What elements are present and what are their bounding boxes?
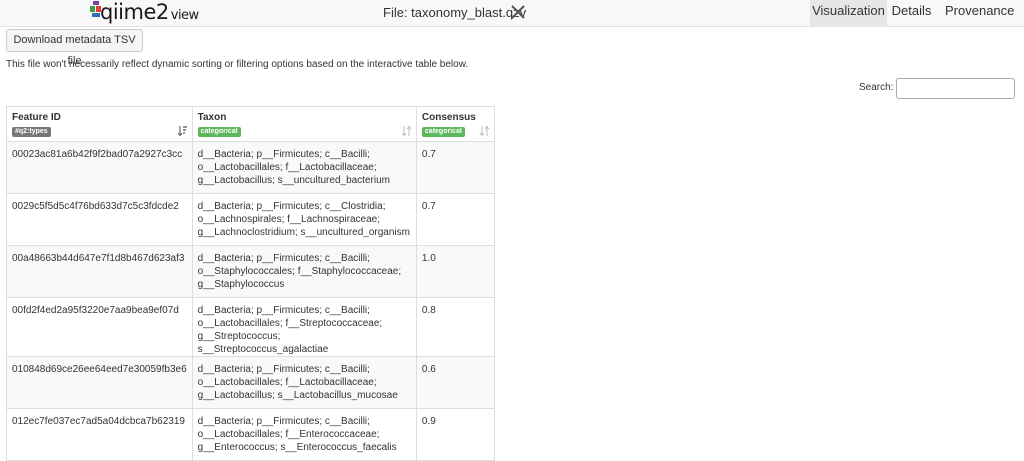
taxon-cell: d__Bacteria; p__Firmicutes; c__Bacilli;o…: [191, 141, 417, 194]
taxon-cell: d__Bacteria; p__Firmicutes; c__Bacilli;o…: [191, 408, 417, 461]
logo-text: qiime2 view: [100, 0, 199, 24]
taxon-cell: d__Bacteria; p__Firmicutes; c__Bacilli;o…: [191, 297, 417, 357]
type-badge: categorical: [421, 127, 465, 137]
column-title: Taxon: [197, 112, 227, 123]
feature-id-cell: 010848d69ce26ee64eed7e30059fb3e6: [6, 356, 193, 409]
consensus-cell: 0.8: [415, 297, 496, 357]
consensus-cell: 0.7: [415, 193, 496, 246]
metadata-table: Feature ID #q2:types Taxon categorical C…: [6, 106, 496, 461]
feature-id-cell: 00a48663b44d647e7f1d8b467d623af3: [6, 245, 193, 298]
sort-both-icon: [401, 126, 411, 136]
search-label: Search:: [859, 82, 894, 93]
sort-both-icon: [480, 126, 489, 136]
column-title: Feature ID: [12, 112, 61, 123]
consensus-cell: 0.6: [415, 356, 496, 409]
sort-asc-icon: [177, 126, 187, 136]
feature-id-cell: 00023ac81a6b42f9f2bad07a2927c3cc: [6, 141, 193, 194]
table-row: 010848d69ce26ee64eed7e30059fb3e6 d__Bact…: [6, 356, 496, 409]
consensus-cell: 0.7: [415, 141, 496, 194]
taxon-line: g__Enterococcus; s__Enterococcus_faecali…: [197, 442, 397, 453]
taxon-line: o__Lactobacillales; f__Lactobacillaceae;: [197, 377, 377, 388]
taxon-line: g__Staphylococcus: [197, 279, 285, 290]
taxon-line: d__Bacteria; p__Firmicutes; c__Bacilli;: [197, 149, 370, 160]
taxon-line: g__Lactobacillus; s__uncultured_bacteriu…: [197, 175, 390, 186]
column-header-consensus[interactable]: Consensus categorical: [415, 106, 496, 142]
tab-provenance[interactable]: Provenance: [936, 0, 1024, 27]
consensus-cell: 0.9: [415, 408, 496, 461]
table-row: 0029c5f5d5c4f76bd633d7c5c3fdcde2 d__Bact…: [6, 193, 496, 246]
table-row: 012ec7fe037ec7ad5a04dcbca7b62319 d__Bact…: [6, 408, 496, 461]
taxon-line: o__Lachnospirales; f__Lachnospiraceae;: [197, 214, 380, 225]
taxon-line: g__Lactobacillus; s__Lactobacillus_mucos…: [197, 390, 398, 401]
taxon-line: d__Bacteria; p__Firmicutes; c__Bacilli;: [197, 416, 370, 427]
taxon-line: o__Staphylococcales; f__Staphylococcacea…: [197, 266, 402, 277]
download-note: This file won't necessarily reflect dyna…: [6, 59, 469, 70]
column-header-taxon[interactable]: Taxon categorical: [191, 106, 417, 142]
download-metadata-button[interactable]: Download metadata TSV file: [6, 29, 143, 67]
taxon-line: d__Bacteria; p__Firmicutes; c__Clostridi…: [197, 201, 386, 212]
search-input[interactable]: [896, 78, 1015, 99]
close-icon[interactable]: [510, 3, 526, 21]
taxon-line: g__Streptococcus; s__Streptococcus_agala…: [197, 331, 329, 355]
column-header-feature-id[interactable]: Feature ID #q2:types: [6, 106, 193, 142]
tab-details[interactable]: Details: [887, 0, 936, 27]
feature-id-cell: 00fd2f4ed2a95f3220e7aa9bea9ef07d: [6, 297, 193, 357]
file-title: File: taxonomy_blast.qzv: [383, 5, 527, 20]
nav-tabs: Visualization Details Provenance: [810, 0, 1024, 27]
feature-id-cell: 012ec7fe037ec7ad5a04dcbca7b62319: [6, 408, 193, 461]
taxon-line: d__Bacteria; p__Firmicutes; c__Bacilli;: [197, 253, 370, 264]
table-row: 00023ac81a6b42f9f2bad07a2927c3cc d__Bact…: [6, 141, 496, 194]
navbar: qiime2 view File: taxonomy_blast.qzv Visu…: [0, 0, 1024, 27]
table-header-row: Feature ID #q2:types Taxon categorical C…: [6, 106, 496, 142]
taxon-cell: d__Bacteria; p__Firmicutes; c__Bacilli;o…: [191, 356, 417, 409]
type-badge: categorical: [197, 127, 241, 137]
taxon-line: d__Bacteria; p__Firmicutes; c__Bacilli;: [197, 305, 370, 316]
tab-visualization[interactable]: Visualization: [810, 0, 887, 27]
taxon-line: o__Lactobacillales; f__Streptococcaceae;: [197, 318, 383, 329]
type-badge: #q2:types: [12, 127, 51, 137]
feature-id-cell: 0029c5f5d5c4f76bd633d7c5c3fdcde2: [6, 193, 193, 246]
taxon-line: o__Lactobacillales; f__Enterococcaceae;: [197, 429, 380, 440]
table-row: 00a48663b44d647e7f1d8b467d623af3 d__Bact…: [6, 245, 496, 298]
taxon-cell: d__Bacteria; p__Firmicutes; c__Clostridi…: [191, 193, 417, 246]
taxon-line: d__Bacteria; p__Firmicutes; c__Bacilli;: [197, 364, 370, 375]
column-title: Consensus: [421, 112, 476, 123]
table-row: 00fd2f4ed2a95f3220e7aa9bea9ef07d d__Bact…: [6, 297, 496, 357]
consensus-cell: 1.0: [415, 245, 496, 298]
taxon-line: o__Lactobacillales; f__Lactobacillaceae;: [197, 162, 377, 173]
taxon-cell: d__Bacteria; p__Firmicutes; c__Bacilli;o…: [191, 245, 417, 298]
taxon-line: g__Lachnoclostridium; s__uncultured_orga…: [197, 227, 410, 238]
